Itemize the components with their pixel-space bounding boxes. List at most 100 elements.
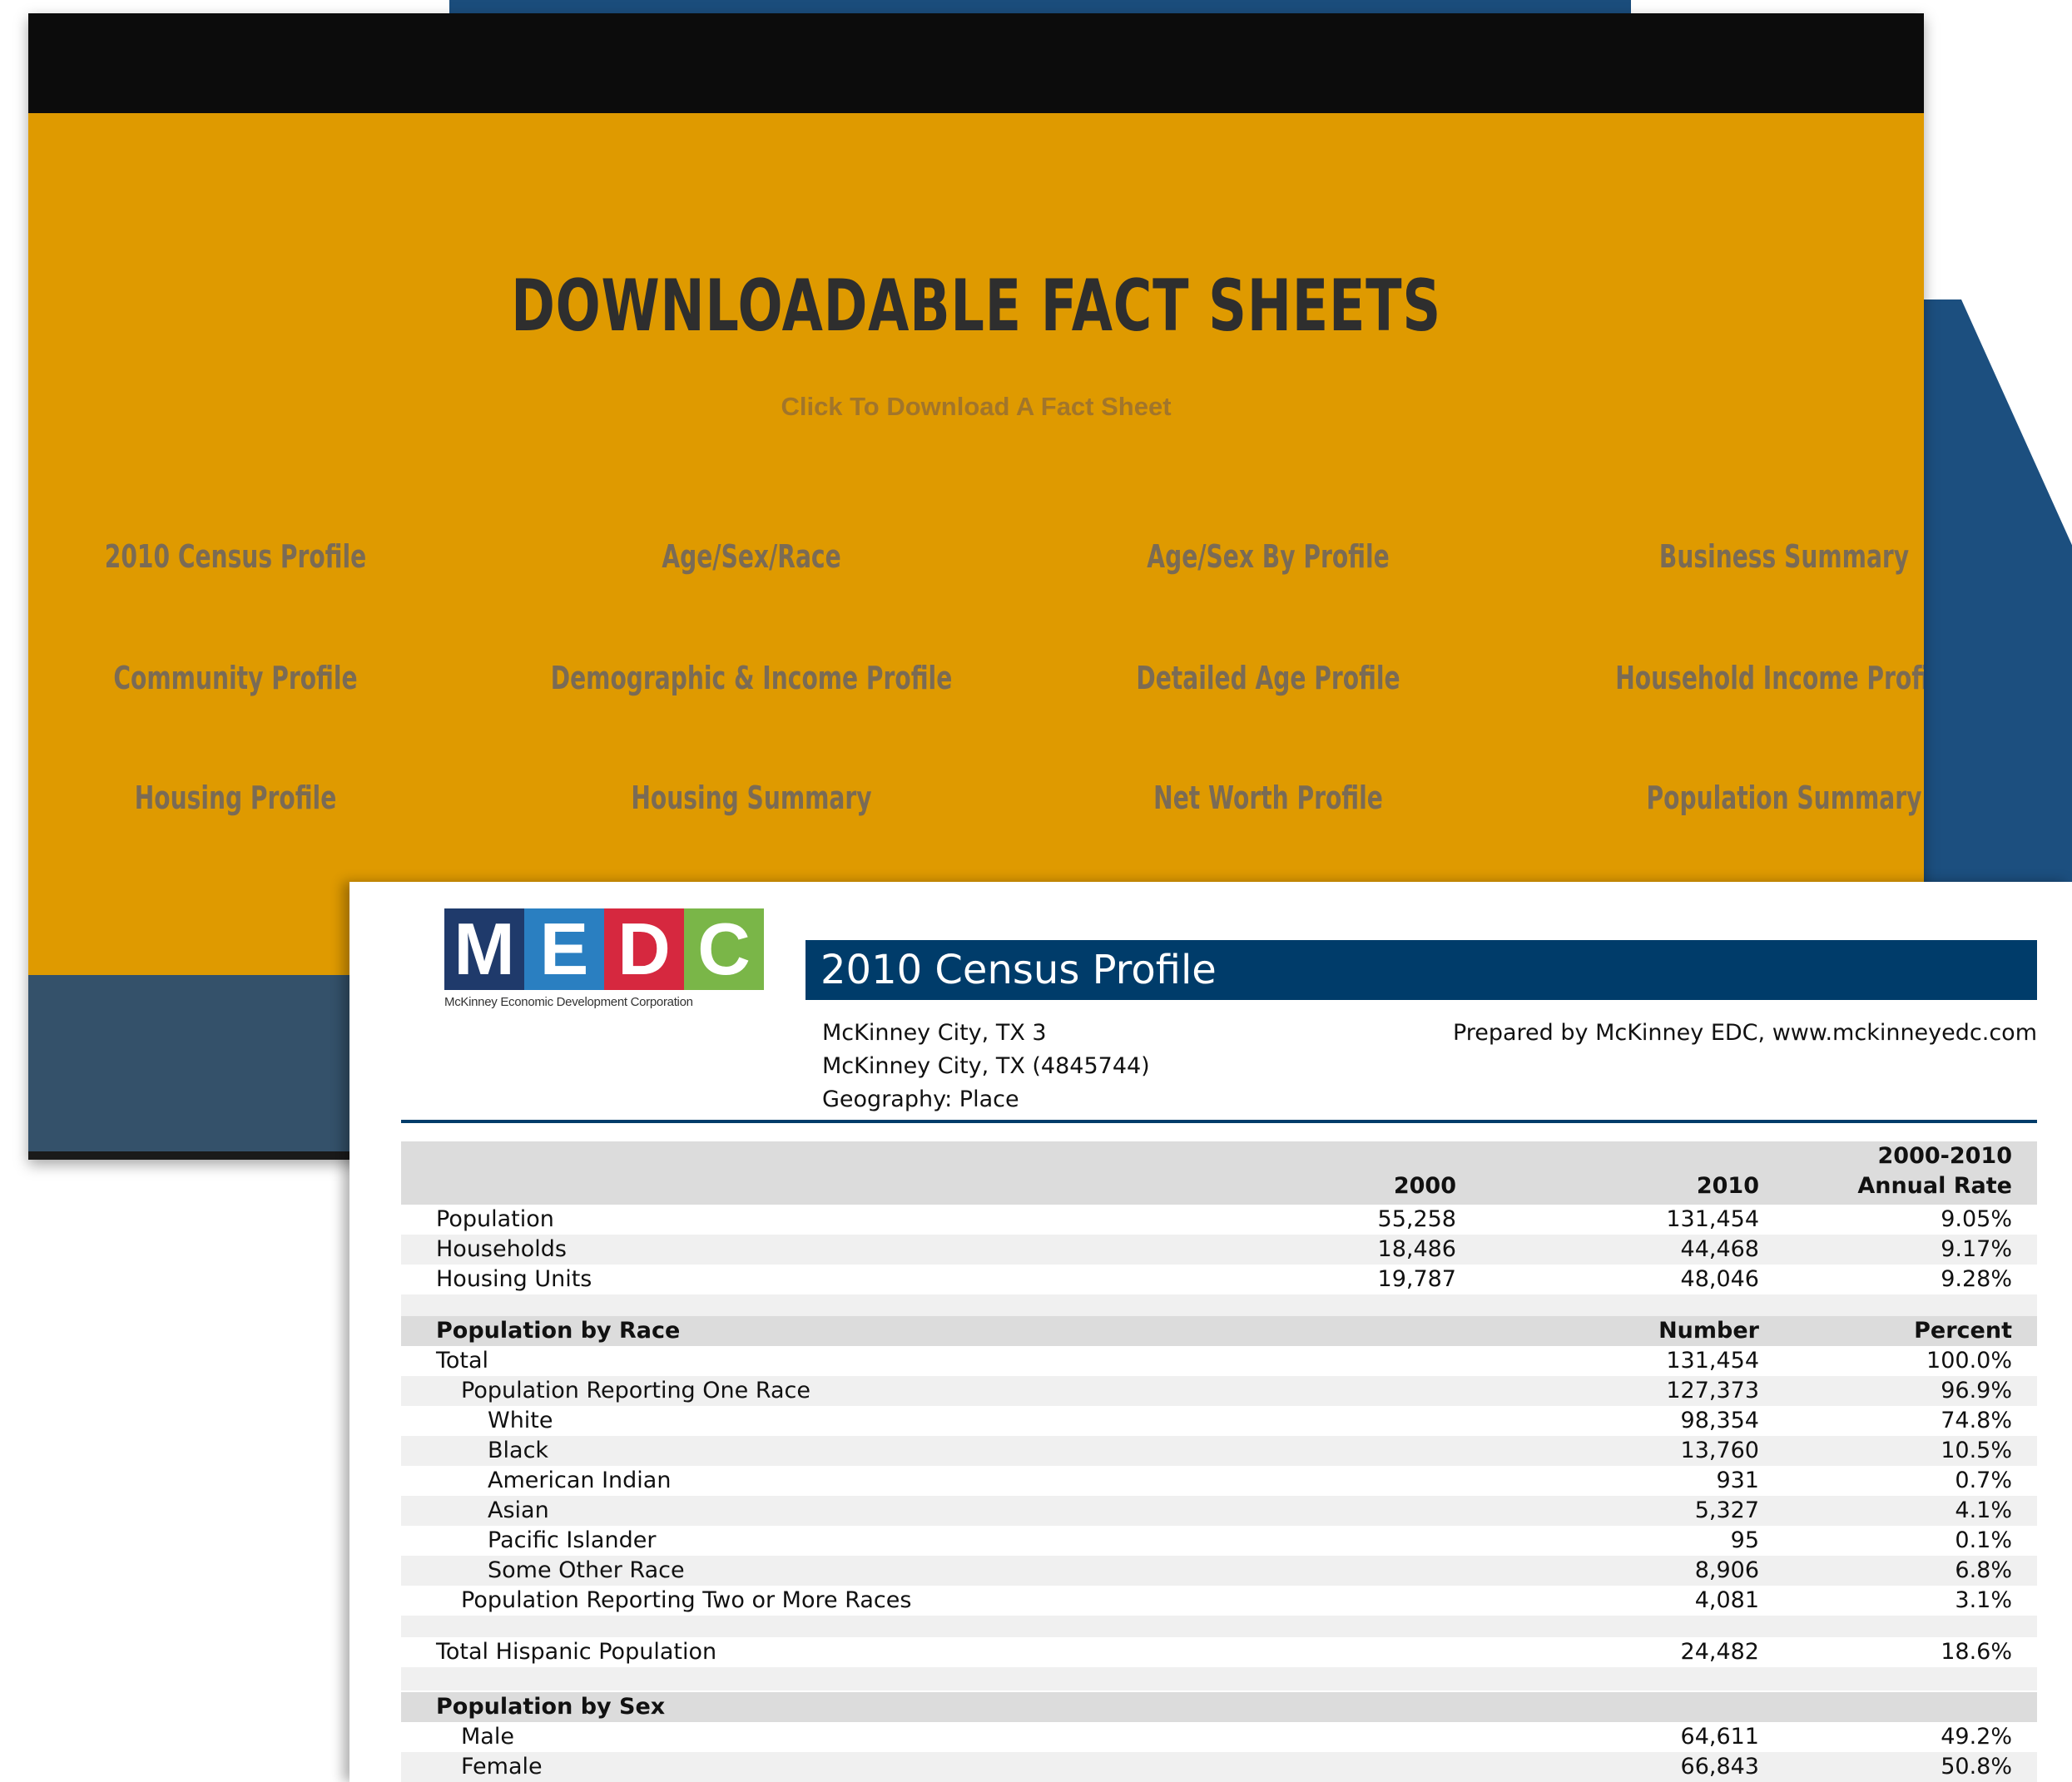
table-row: White 98,354 74.8%: [401, 1406, 2037, 1436]
row-label: Total Hispanic Population: [436, 1639, 717, 1665]
value-2000: 55,258: [1377, 1206, 1456, 1232]
table-row: Households 18,486 44,468 9.17%: [401, 1235, 2037, 1265]
logo-letter-d: D: [604, 908, 684, 990]
row-label: Households: [436, 1236, 567, 1262]
value-number: 64,611: [1680, 1724, 1759, 1750]
value-number: 5,327: [1694, 1497, 1759, 1523]
row-label: Black: [488, 1438, 549, 1463]
header-number: Number: [1658, 1318, 1759, 1344]
value-number: 127,373: [1666, 1378, 1759, 1403]
link-population-summary[interactable]: Population Summary: [1569, 780, 1924, 816]
row-label: American Indian: [488, 1468, 672, 1493]
row-label: Total: [436, 1348, 489, 1374]
document-title-bar: 2010 Census Profile: [806, 940, 2037, 1000]
value-percent: 100.0%: [1926, 1348, 2012, 1374]
link-2010-census-profile[interactable]: 2010 Census Profile: [28, 538, 451, 575]
row-label: Some Other Race: [488, 1557, 685, 1583]
meta-area-id: McKinney City, TX (4845744): [822, 1053, 1150, 1079]
document-title: 2010 Census Profile: [820, 947, 1217, 993]
table-row: Population 55,258 131,454 9.05%: [401, 1205, 2037, 1235]
link-household-income-profile[interactable]: Household Income Profile: [1569, 660, 1924, 696]
summary-table: 2000 2010 2000-2010 Annual Rate Populati…: [401, 1141, 2037, 1316]
link-detailed-age-profile[interactable]: Detailed Age Profile: [1053, 660, 1484, 696]
value-percent: 0.7%: [1955, 1468, 2012, 1493]
summary-table-header: 2000 2010 2000-2010 Annual Rate: [401, 1141, 2037, 1205]
value-percent: 4.1%: [1955, 1497, 2012, 1523]
spacer-row: [401, 1294, 2037, 1316]
table-row: Female 66,843 50.8%: [401, 1752, 2037, 1782]
table-row: American Indian 931 0.7%: [401, 1466, 2037, 1496]
value-2000: 19,787: [1377, 1266, 1456, 1292]
logo-letter-c: C: [684, 908, 764, 990]
link-community-profile[interactable]: Community Profile: [28, 660, 451, 696]
medc-logo: M E D C McKinney Economic Development Co…: [444, 908, 764, 1017]
header-percent: Percent: [1914, 1318, 2012, 1344]
value-percent: 6.8%: [1955, 1557, 2012, 1583]
site-header-bar: [28, 13, 1924, 113]
table-row: Total 131,454 100.0%: [401, 1346, 2037, 1376]
value-percent: 74.8%: [1941, 1408, 2012, 1433]
value-number: 95: [1730, 1527, 1759, 1553]
value-number: 13,760: [1680, 1438, 1759, 1463]
value-number: 98,354: [1680, 1408, 1759, 1433]
spacer-row: [401, 1616, 2037, 1637]
table-row: Asian 5,327 4.1%: [401, 1496, 2037, 1526]
row-label: Pacific Islander: [488, 1527, 657, 1553]
table-row: Male 64,611 49.2%: [401, 1722, 2037, 1752]
header-annual-rate: Annual Rate: [1857, 1173, 2012, 1199]
value-rate: 9.17%: [1941, 1236, 2012, 1262]
header-rate-period: 2000-2010: [1877, 1143, 2013, 1169]
background-shape-right: [1914, 299, 2072, 982]
value-percent: 49.2%: [1941, 1724, 2012, 1750]
value-percent: 96.9%: [1941, 1378, 2012, 1403]
logo-letter-m: M: [444, 908, 524, 990]
value-percent: 3.1%: [1955, 1587, 2012, 1613]
value-number: 4,081: [1694, 1587, 1759, 1613]
hero-title: DOWNLOADABLE FACT SHEETS: [511, 265, 1441, 348]
meta-area-name: McKinney City, TX 3: [822, 1020, 1047, 1046]
link-housing-profile[interactable]: Housing Profile: [28, 780, 451, 816]
table-row: Pacific Islander 95 0.1%: [401, 1526, 2037, 1556]
hero-section: DOWNLOADABLE FACT SHEETS Click To Downlo…: [28, 113, 1924, 975]
value-number: 131,454: [1666, 1348, 1759, 1374]
value-percent: 18.6%: [1941, 1639, 2012, 1665]
race-table-header: Population by Race Number Percent: [401, 1316, 2037, 1346]
row-label: Housing Units: [436, 1266, 592, 1292]
table-row: Population Reporting One Race 127,373 96…: [401, 1376, 2037, 1406]
value-rate: 9.05%: [1941, 1206, 2012, 1232]
link-business-summary[interactable]: Business Summary: [1569, 538, 1924, 575]
link-age-sex-by-profile[interactable]: Age/Sex By Profile: [1053, 538, 1484, 575]
value-percent: 0.1%: [1955, 1527, 2012, 1553]
table-row: Total Hispanic Population 24,482 18.6%: [401, 1637, 2037, 1667]
sex-table: Population by Sex Male 64,611 49.2% Fema…: [401, 1692, 2037, 1782]
header-2010: 2010: [1696, 1173, 1759, 1199]
hispanic-table: Total Hispanic Population 24,482 18.6%: [401, 1637, 2037, 1690]
table-row: Some Other Race 8,906 6.8%: [401, 1556, 2037, 1586]
header-divider: [401, 1120, 2037, 1123]
sex-section-title: Population by Sex: [436, 1694, 666, 1720]
spacer-row: [401, 1667, 2037, 1690]
value-2010: 131,454: [1666, 1206, 1759, 1232]
row-label: Asian: [488, 1497, 549, 1523]
link-age-sex-race[interactable]: Age/Sex/Race: [536, 538, 967, 575]
value-rate: 9.28%: [1941, 1266, 2012, 1292]
value-percent: 10.5%: [1941, 1438, 2012, 1463]
link-net-worth-profile[interactable]: Net Worth Profile: [1053, 780, 1484, 816]
row-label: Population Reporting Two or More Races: [461, 1587, 912, 1613]
table-row: Black 13,760 10.5%: [401, 1436, 2037, 1466]
link-demographic-income-profile[interactable]: Demographic & Income Profile: [536, 660, 967, 696]
row-label: Male: [461, 1724, 514, 1750]
row-label: White: [488, 1408, 553, 1433]
row-label: Population: [436, 1206, 554, 1232]
table-row: Population Reporting Two or More Races 4…: [401, 1586, 2037, 1616]
header-2000: 2000: [1393, 1173, 1456, 1199]
prepared-by: Prepared by McKinney EDC, www.mckinneyed…: [1452, 1020, 2037, 1046]
value-percent: 50.8%: [1941, 1754, 2012, 1780]
link-housing-summary[interactable]: Housing Summary: [536, 780, 967, 816]
value-number: 24,482: [1680, 1639, 1759, 1665]
hero-subtitle: Click To Download A Fact Sheet: [781, 392, 1172, 421]
value-number: 66,843: [1680, 1754, 1759, 1780]
race-section-title: Population by Race: [436, 1318, 681, 1344]
table-row: Housing Units 19,787 48,046 9.28%: [401, 1265, 2037, 1294]
value-2000: 18,486: [1377, 1236, 1456, 1262]
